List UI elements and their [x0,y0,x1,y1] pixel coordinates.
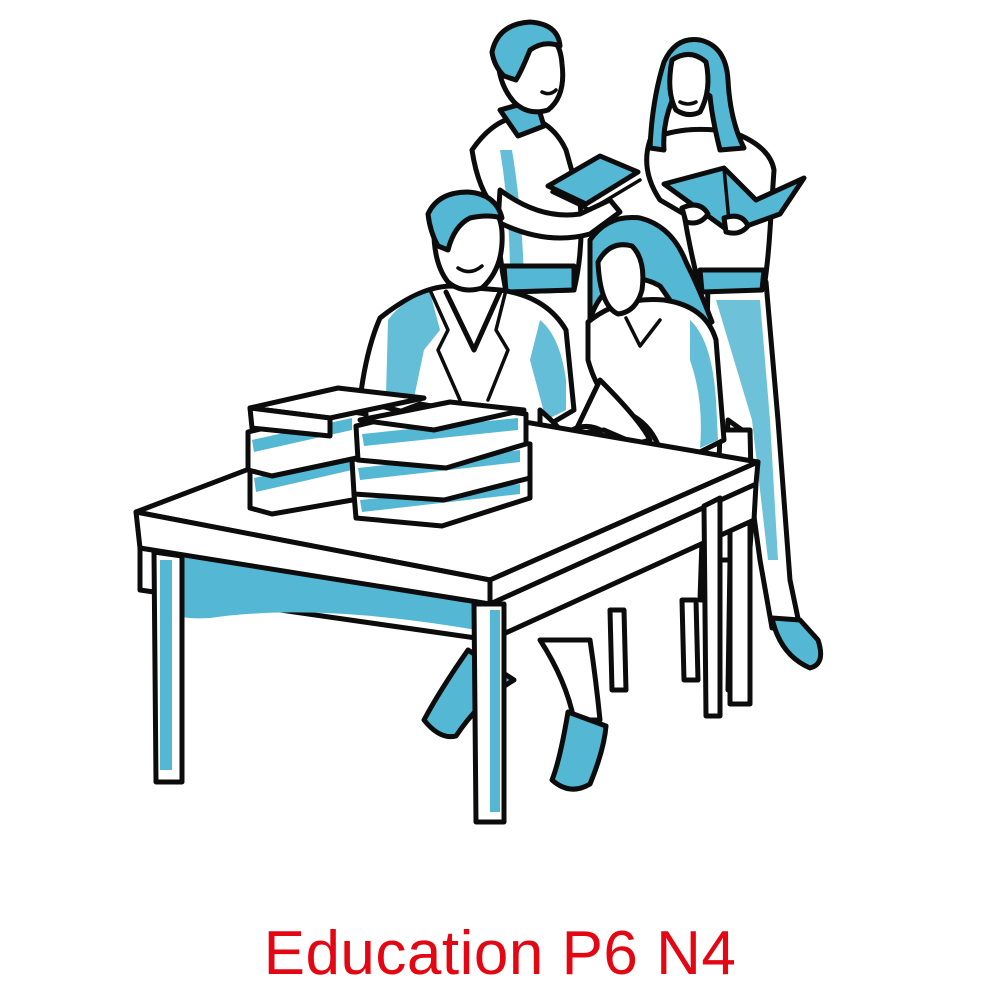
standing-woman-shoe [769,615,824,671]
illustration [133,19,824,825]
caption-text: Education P6 N4 [263,919,737,988]
seated-woman-shoe [549,709,609,792]
seated-woman-face [595,242,646,317]
